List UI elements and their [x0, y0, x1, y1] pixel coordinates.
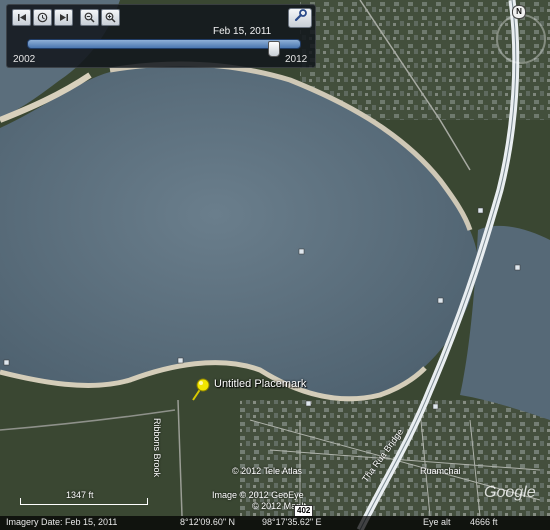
- eye-alt-value: 4666 ft: [470, 517, 498, 527]
- slider-start-year: 2002: [13, 54, 36, 65]
- north-button[interactable]: N: [512, 5, 526, 19]
- time-slider-thumb[interactable]: [267, 41, 280, 57]
- map-view[interactable]: Feb 15, 2011 2002 2012 N Untitled Placem…: [0, 0, 550, 530]
- road-label: Ribbons Brook: [152, 418, 162, 478]
- google-logo: Google: [484, 484, 536, 501]
- slider-end-year: 2012: [285, 54, 308, 65]
- slider-current-date: Feb 15, 2011: [213, 26, 272, 37]
- time-slider-track[interactable]: [27, 39, 301, 49]
- poi-marker[interactable]: [3, 359, 10, 366]
- poi-marker[interactable]: [514, 264, 521, 271]
- compass-ring-icon[interactable]: [496, 14, 546, 64]
- satellite-imagery[interactable]: [0, 0, 550, 530]
- poi-marker[interactable]: [432, 403, 439, 410]
- wrench-icon: [294, 9, 307, 27]
- time-slider-panel: Feb 15, 2011 2002 2012: [6, 4, 316, 68]
- animate-button[interactable]: [33, 9, 52, 26]
- zoom-out-icon: [84, 12, 95, 23]
- skip-back-button[interactable]: [12, 9, 31, 26]
- poi-marker[interactable]: [305, 400, 312, 407]
- skip-forward-icon: [59, 13, 69, 22]
- skip-back-icon: [17, 13, 27, 22]
- time-settings-button[interactable]: [288, 8, 312, 28]
- zoom-in-icon: [105, 12, 116, 23]
- longitude-readout: 98°17'35.62" E: [262, 517, 322, 527]
- road-label: Ruamchai: [420, 466, 461, 476]
- imagery-date: Imagery Date: Feb 15, 2011: [6, 517, 118, 527]
- placemark-label[interactable]: Untitled Placemark: [214, 378, 306, 390]
- copyright-text: © 2012 Tele Atlas: [232, 466, 303, 476]
- poi-marker[interactable]: [298, 248, 305, 255]
- copyright-text: Image © 2012 GeoEye: [212, 490, 304, 500]
- poi-marker[interactable]: [437, 297, 444, 304]
- clock-icon: [37, 12, 48, 23]
- skip-forward-button[interactable]: [54, 9, 73, 26]
- poi-marker[interactable]: [477, 207, 484, 214]
- scale-bar: [20, 498, 148, 505]
- latitude-readout: 8°12'09.60" N: [180, 517, 236, 527]
- poi-marker[interactable]: [177, 357, 184, 364]
- zoom-in-button[interactable]: [101, 9, 120, 26]
- eye-alt-label: Eye alt: [423, 517, 451, 527]
- zoom-out-button[interactable]: [80, 9, 99, 26]
